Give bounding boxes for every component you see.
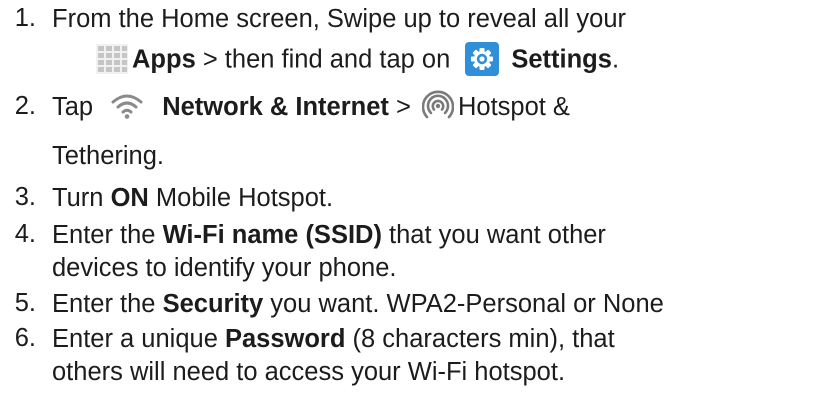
step-4-post: that you want other <box>381 221 606 249</box>
wifi-name-label: Wi-Fi name (SSID) <box>162 221 382 249</box>
settings-label: Settings <box>511 45 612 74</box>
instruction-list: 1. From the Home screen, Swipe up to rev… <box>0 0 829 395</box>
settings-gear-icon <box>465 42 500 76</box>
apps-grid-icon <box>96 44 128 74</box>
apps-label: Apps <box>132 45 196 74</box>
step-5-pre: Enter the <box>52 290 163 318</box>
step-1-mid-text: > then find and tap on <box>195 45 458 74</box>
step-number: 1. <box>14 4 36 32</box>
network-internet-label: Network & Internet <box>162 93 389 121</box>
step-number: 5. <box>14 289 36 317</box>
security-label: Security <box>162 290 264 318</box>
step-6-post: (8 characters min), that <box>345 325 615 353</box>
step-3-post: Mobile Hotspot. <box>148 184 334 212</box>
step-4-line-2: devices to identify your phone. <box>52 254 397 282</box>
step-number: 2. <box>14 92 36 120</box>
step-2-line-1: Tap Network & Internet > Hotspot & <box>52 90 570 124</box>
step-6-line-2: others will need to access your Wi-Fi ho… <box>52 358 566 386</box>
step-number: 4. <box>14 220 36 248</box>
step-2-pre: Tap <box>52 93 101 121</box>
step-2-line-2: Tethering. <box>52 142 164 170</box>
step-2-mid: > <box>388 93 418 121</box>
step-5-line: Enter the Security you want. WPA2-Person… <box>52 289 664 319</box>
step-1-line-2: Apps > then find and tap on Settings. <box>96 42 620 78</box>
step-3-pre: Turn <box>52 184 111 212</box>
step-5-post: you want. WPA2-Personal or None <box>263 290 664 318</box>
step-6-line-1: Enter a unique Password (8 characters mi… <box>52 324 615 354</box>
hotspot-text: Hotspot & <box>457 93 570 121</box>
hotspot-icon <box>421 90 455 122</box>
step-number: 6. <box>14 324 36 352</box>
step-1-line-1: From the Home screen, Swipe up to reveal… <box>52 5 626 33</box>
step-4-pre: Enter the <box>52 221 163 249</box>
wifi-icon <box>110 91 144 121</box>
step-6-pre: Enter a unique <box>52 325 225 353</box>
on-label: ON <box>110 184 149 212</box>
step-4-line-1: Enter the Wi-Fi name (SSID) that you wan… <box>52 220 606 250</box>
password-label: Password <box>224 325 346 353</box>
step-3-line: Turn ON Mobile Hotspot. <box>52 183 333 213</box>
step-1-end: . <box>611 45 620 74</box>
step-number: 3. <box>14 183 36 211</box>
